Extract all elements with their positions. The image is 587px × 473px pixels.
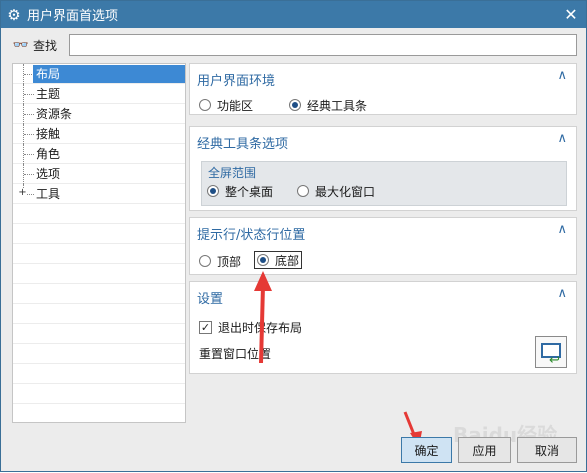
expand-plus-icon[interactable]: + xyxy=(18,188,27,198)
radio-label: 顶部 xyxy=(217,254,242,269)
tree-item-label: 布局 xyxy=(33,65,185,83)
section-settings: 设置 ∧ ✓ 退出时保存布局 重置窗口位置 ↩ xyxy=(189,281,577,374)
radio-off-icon xyxy=(199,255,211,267)
radio-classic-toolbar[interactable]: 经典工具条 xyxy=(289,96,367,114)
group-title: 全屏范围 xyxy=(208,166,257,180)
close-button[interactable]: ✕ xyxy=(556,1,586,28)
binoculars-icon: 👓 xyxy=(12,37,30,53)
section-title: 用户界面环境 xyxy=(197,74,276,89)
radio-ribbon[interactable]: 功能区 xyxy=(199,96,253,114)
radio-label: 最大化窗口 xyxy=(315,184,376,199)
radio-maximize-window[interactable]: 最大化窗口 xyxy=(297,182,375,200)
tree-item-label: 主题 xyxy=(36,87,61,101)
section-title: 设置 xyxy=(197,292,224,307)
section-classic-toolbar-options: 经典工具条选项 ∧ 全屏范围 整个桌面 最大化窗口 xyxy=(189,126,577,211)
tree-item-resource-bar[interactable]: 资源条 xyxy=(13,104,185,124)
tree-item-touch[interactable]: 接触 xyxy=(13,124,185,144)
collapse-caret-icon[interactable]: ∧ xyxy=(557,286,567,301)
tree-item-label: 选项 xyxy=(36,167,61,181)
window-title: 用户界面首选项 xyxy=(27,9,119,24)
search-label: 查找 xyxy=(33,38,58,53)
radio-label: 经典工具条 xyxy=(307,98,368,113)
radio-top[interactable]: 顶部 xyxy=(199,252,241,270)
radio-off-icon xyxy=(297,185,309,197)
save-layout-checkbox[interactable]: ✓ 退出时保存布局 xyxy=(199,318,302,336)
tree-item-label: 接触 xyxy=(36,127,61,141)
apply-button[interactable]: 应用 xyxy=(458,437,511,463)
fullscreen-scope-group: 全屏范围 整个桌面 最大化窗口 xyxy=(201,161,567,206)
tree-item-label: 角色 xyxy=(36,147,61,161)
search-row: 👓 查找 xyxy=(9,34,577,56)
ok-button[interactable]: 确定 xyxy=(401,437,452,463)
tree-item-options[interactable]: 选项 xyxy=(13,164,185,184)
section-title: 提示行/状态行位置 xyxy=(197,228,306,243)
tree-item-label: 资源条 xyxy=(36,107,73,121)
collapse-caret-icon[interactable]: ∧ xyxy=(557,222,567,237)
tree-item-layout[interactable]: 布局 xyxy=(13,64,185,84)
radio-label: 整个桌面 xyxy=(225,184,274,199)
radio-label: 底部 xyxy=(275,253,300,268)
collapse-caret-icon[interactable]: ∧ xyxy=(557,68,567,83)
radio-entire-desktop[interactable]: 整个桌面 xyxy=(207,182,273,200)
radio-off-icon xyxy=(199,99,211,111)
reset-arrow-icon: ↩ xyxy=(549,353,560,368)
section-ui-environment: 用户界面环境 ∧ 功能区 经典工具条 xyxy=(189,63,577,115)
radio-label: 功能区 xyxy=(217,98,254,113)
preferences-dialog: ⚙ 用户界面首选项 ✕ 👓 查找 布局 主题 资源条 接触 角色 选项 + 工具… xyxy=(0,0,587,472)
radio-on-icon xyxy=(257,254,269,266)
tree-item-tools[interactable]: + 工具 xyxy=(13,184,185,204)
reset-window-position-button[interactable]: ↩ xyxy=(535,336,567,368)
cancel-button[interactable]: 取消 xyxy=(517,437,577,463)
search-input[interactable] xyxy=(69,34,577,56)
reset-window-position-label: 重置窗口位置 xyxy=(199,347,272,361)
tree-item-label: 工具 xyxy=(36,187,61,201)
radio-on-icon xyxy=(289,99,301,111)
collapse-caret-icon[interactable]: ∧ xyxy=(557,131,567,146)
gear-icon: ⚙ xyxy=(7,5,21,24)
title-bar: ⚙ 用户界面首选项 ✕ xyxy=(1,1,586,28)
tree-item-role[interactable]: 角色 xyxy=(13,144,185,164)
radio-on-icon xyxy=(207,185,219,197)
section-title: 经典工具条选项 xyxy=(197,137,289,152)
tree-item-theme[interactable]: 主题 xyxy=(13,84,185,104)
checkbox-label: 退出时保存布局 xyxy=(218,320,303,335)
checkmark-icon: ✓ xyxy=(199,320,212,334)
category-tree: 布局 主题 资源条 接触 角色 选项 + 工具 xyxy=(12,63,186,424)
section-prompt-status-position: 提示行/状态行位置 ∧ 顶部 底部 xyxy=(189,217,577,275)
radio-bottom[interactable]: 底部 xyxy=(254,251,303,269)
